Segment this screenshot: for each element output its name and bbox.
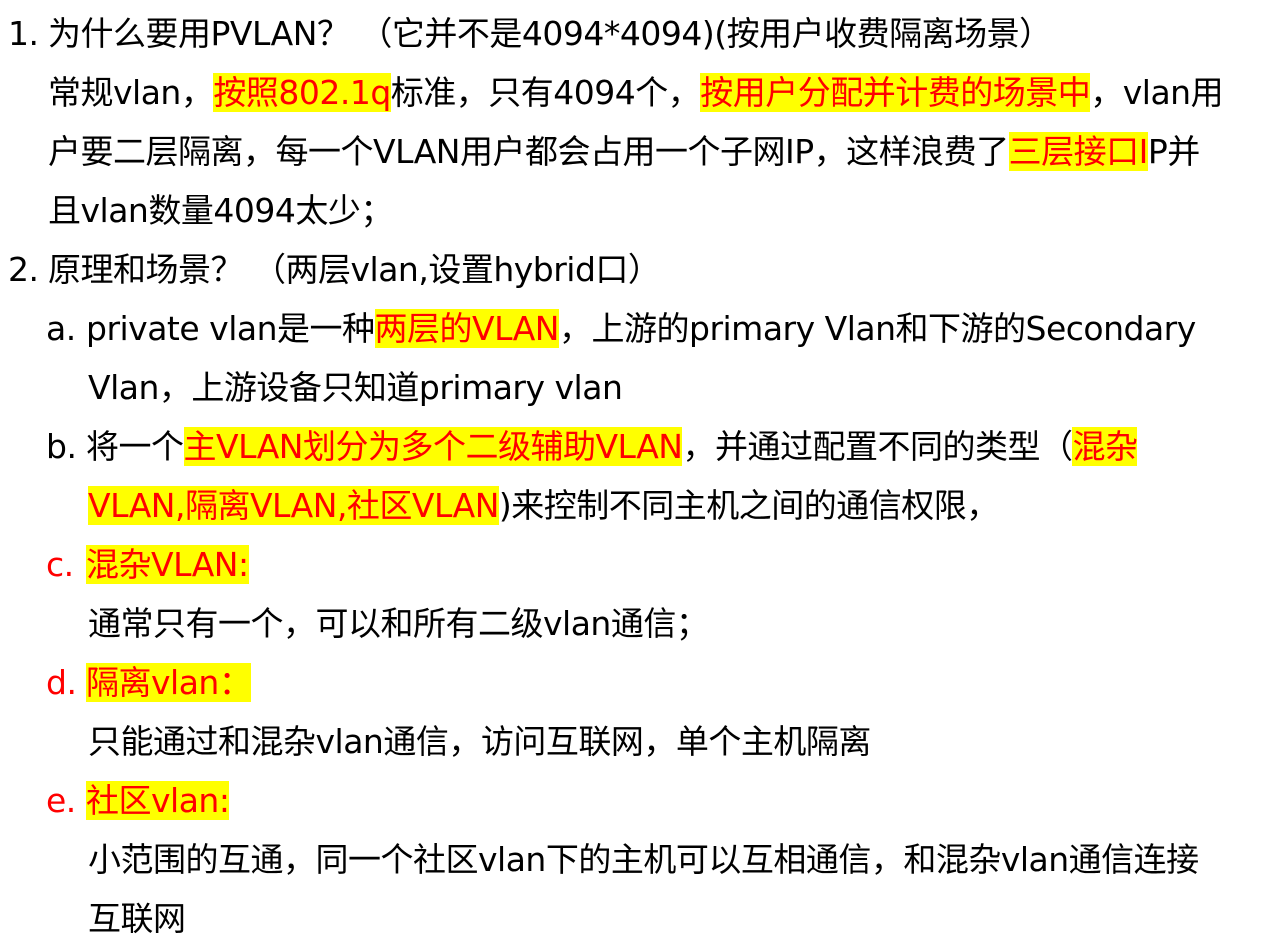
item2b-text: 将一个 [86,427,184,466]
item2a-marker: a. [46,309,76,348]
item2a-text: private vlan是一种 [86,309,375,348]
item2e-heading: 社区vlan: [86,781,230,820]
highlight-l3-interface: 三层接口I [1008,132,1148,171]
item1-title: 为什么要用PVLAN？ （它并不是4094*4094)(按用户收费隔离场景） [48,14,1052,53]
item2c-text: 通常只有一个，可以和所有二级vlan通信； [88,604,709,643]
item2b-text: ，并通过配置不同的类型（ [682,427,1073,466]
item2d-body: 只能通过和混杂vlan通信，访问互联网，单个主机隔离 [88,712,871,771]
item1-text: 标准，只有4094个， [390,73,701,112]
item2e-body-line1: 小范围的互通，同一个社区vlan下的主机可以互相通信，和混杂vlan通信连接 [88,830,1199,889]
item1-line2: 户要二层隔离，每一个VLAN用户都会占用一个子网IP，这样浪费了三层接口IP并 [48,122,1200,181]
highlight-vlan-types: VLAN,隔离VLAN,社区VLAN [88,486,499,525]
highlight-two-layer-vlan: 两层的VLAN [374,309,560,348]
item2-title-line: 2. 原理和场景？ （两层vlan,设置hybrid口） [8,240,661,299]
item2a-text: ，上游的primary Vlan和下游的Secondary [559,309,1196,348]
item1-text: 户要二层隔离，每一个VLAN用户都会占用一个子网IP，这样浪费了 [48,132,1009,171]
item2a-text: Vlan，上游设备只知道primary vlan [88,368,623,407]
item2d-marker: d. [46,663,77,702]
item2d-text: 只能通过和混杂vlan通信，访问互联网，单个主机隔离 [88,722,871,761]
item2a-line2: Vlan，上游设备只知道primary vlan [88,358,623,417]
item2-number: 2. [8,250,39,289]
item2c-body: 通常只有一个，可以和所有二级vlan通信； [88,594,709,653]
item2b-line1: b. 将一个主VLAN划分为多个二级辅助VLAN，并通过配置不同的类型（混杂 [46,417,1138,476]
item1-number: 1. [8,14,39,53]
item2-title: 原理和场景？ （两层vlan,设置hybrid口） [48,250,661,289]
item2c-heading: 混杂VLAN: [86,545,249,584]
item1-line3: 且vlan数量4094太少； [48,181,393,240]
item1-text: 且vlan数量4094太少； [48,191,393,230]
item2e-text: 小范围的互通，同一个社区vlan下的主机可以互相通信，和混杂vlan通信连接 [88,840,1199,879]
item2d-heading: 隔离vlan： [86,663,252,702]
item1-text: 常规vlan， [48,73,214,112]
item2c-marker: c. [46,545,74,584]
item2b-line2: VLAN,隔离VLAN,社区VLAN)来控制不同主机之间的通信权限， [88,476,999,535]
item2e-text: 互联网 [88,899,186,938]
highlight-primary-vlan-split: 主VLAN划分为多个二级辅助VLAN [183,427,683,466]
item2c-heading-line: c. 混杂VLAN: [46,535,249,594]
item1-text: ，vlan用 [1090,73,1224,112]
item1-text: P并 [1147,132,1200,171]
highlight-8021q: 按照802.1q [213,73,391,112]
item2a-line1: a. private vlan是一种两层的VLAN，上游的primary Vlan… [46,299,1196,358]
item2e-body-line2: 互联网 [88,889,186,948]
document: 1. 为什么要用PVLAN？ （它并不是4094*4094)(按用户收费隔离场景）… [0,0,1287,951]
highlight-billing-scenario: 按用户分配并计费的场景中 [700,73,1091,112]
item2d-heading-line: d. 隔离vlan： [46,653,252,712]
item1-title-line: 1. 为什么要用PVLAN？ （它并不是4094*4094)(按用户收费隔离场景） [8,4,1052,63]
item2b-marker: b. [46,427,77,466]
item1-line1: 常规vlan，按照802.1q标准，只有4094个，按用户分配并计费的场景中，v… [48,63,1224,122]
highlight-promiscuous: 混杂 [1072,427,1138,466]
item2e-marker: e. [46,781,76,820]
item2e-heading-line: e. 社区vlan: [46,771,230,830]
item2b-text: )来控制不同主机之间的通信权限， [498,486,999,525]
